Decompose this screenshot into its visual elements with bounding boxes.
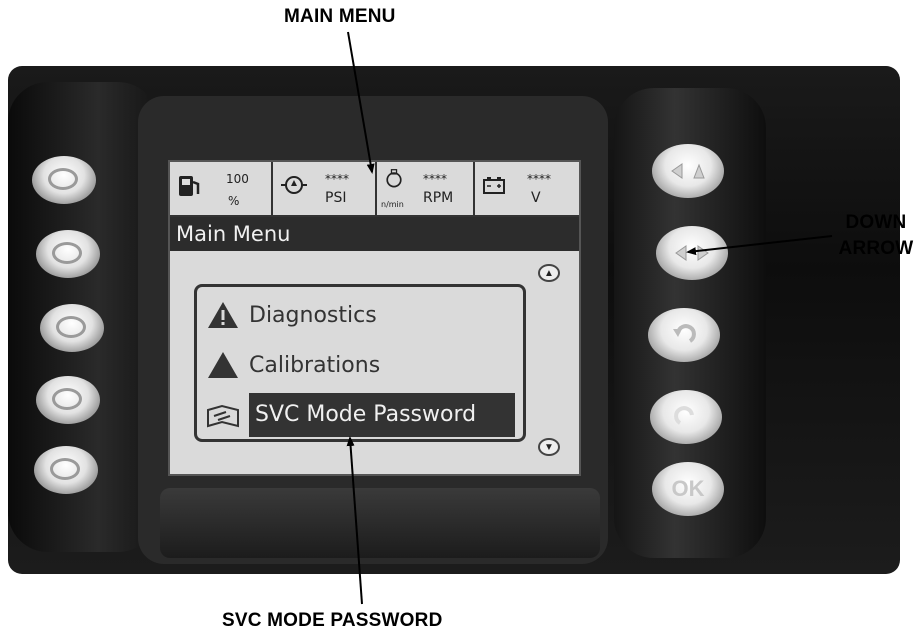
page-title: Main Menu (170, 217, 579, 251)
menu-item-svc-mode-password[interactable]: SVC Mode Password (197, 391, 523, 439)
down-arrow-icon (675, 245, 709, 261)
menu-list: Diagnostics Calibrations SVC Mode Passwo… (194, 284, 526, 442)
down-arrow-button[interactable] (656, 226, 728, 280)
scroll-up-icon[interactable]: ▲ (538, 264, 560, 282)
engine-speed-value: **** (423, 172, 447, 186)
ok-button[interactable]: OK (652, 462, 724, 516)
up-arrow-icon (671, 163, 705, 179)
engine-icon (386, 169, 402, 188)
soft-key-5[interactable] (34, 446, 98, 494)
fuel-pump-icon (179, 176, 200, 196)
return-icon (674, 406, 694, 425)
up-arrow-button[interactable] (652, 144, 724, 198)
back-icon (673, 324, 696, 343)
back-button[interactable] (648, 308, 720, 362)
battery-gauge: **** V (475, 162, 579, 215)
soft-key-4[interactable] (36, 376, 100, 424)
battery-unit: V (531, 190, 541, 206)
oil-pressure-unit: PSI (325, 190, 347, 206)
soft-key-2[interactable] (36, 230, 100, 278)
oil-pressure-icon (281, 176, 307, 194)
menu-item-label: Calibrations (249, 352, 381, 378)
menu-item-label: SVC Mode Password (249, 393, 515, 437)
scroll-down-icon[interactable]: ▼ (538, 438, 560, 456)
soft-key-3[interactable] (40, 304, 104, 352)
fuel-value: 100 (226, 172, 249, 186)
home-button[interactable] (650, 390, 722, 444)
battery-value: **** (527, 172, 551, 186)
main-menu-callout: MAIN MENU (284, 6, 396, 27)
menu-item-calibrations[interactable]: Calibrations (197, 341, 523, 389)
oil-pressure-value: **** (325, 172, 349, 186)
battery-icon (483, 177, 505, 194)
warning-icon (208, 302, 238, 328)
engine-speed-unit: RPM (423, 190, 454, 206)
fuel-gauge: 100 % (170, 162, 273, 215)
fuel-unit: % (228, 194, 240, 208)
down-arrow-callout-line2: ARROW (838, 238, 914, 259)
menu-item-diagnostics[interactable]: Diagnostics (197, 291, 523, 339)
down-arrow-callout-line1: DOWN (845, 212, 907, 233)
oil-pressure-gauge: **** PSI (273, 162, 377, 215)
triangle-icon (208, 352, 238, 378)
bottom-bezel (160, 488, 600, 558)
ok-button-label: OK (671, 476, 705, 501)
down-arrow-callout: DOWN ARROW (838, 210, 914, 262)
service-manual-icon (207, 404, 239, 428)
soft-key-1[interactable] (32, 156, 96, 204)
engine-speed-gauge: n/min **** RPM (377, 162, 475, 215)
menu-item-label: Diagnostics (249, 302, 377, 328)
status-bar: 100 % **** PSI n/min **** RPM **** V (170, 162, 579, 217)
engine-speed-small-unit: n/min (381, 200, 404, 209)
lcd-screen: 100 % **** PSI n/min **** RPM **** V Mai… (168, 160, 581, 476)
svc-mode-password-callout: SVC MODE PASSWORD (222, 610, 443, 631)
